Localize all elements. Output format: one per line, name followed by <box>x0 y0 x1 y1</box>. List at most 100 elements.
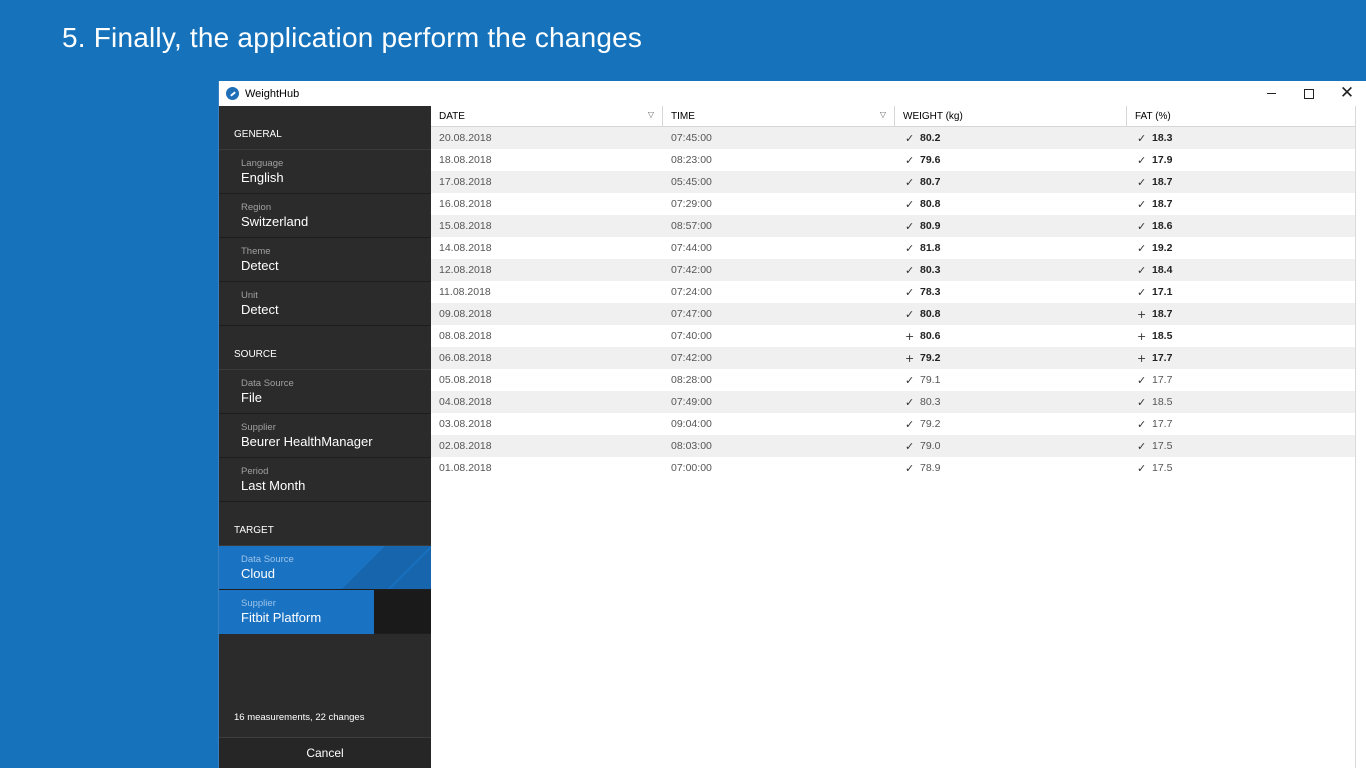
cell-weight: ✓ 79.6 <box>895 149 1127 171</box>
measurements-table: DATE ▽ TIME ▽ WEIGHT (kg) FAT (%) 20.08.20… <box>431 106 1356 768</box>
status-mark-icon: ✓ <box>905 131 915 145</box>
table-row[interactable]: 18.08.2018 08:23:00 ✓ 79.6 ✓ 17.9 <box>431 149 1356 171</box>
column-header-label: WEIGHT (kg) <box>903 111 963 122</box>
table-row[interactable]: 03.08.2018 09:04:00 ✓ 79.2 ✓ 17.7 <box>431 413 1356 435</box>
setting-target-supplier[interactable]: Supplier Fitbit Platform <box>219 590 431 634</box>
status-mark-icon: ✓ <box>905 175 915 189</box>
fat-value: 18.5 <box>1152 396 1173 408</box>
status-mark-icon: + <box>905 329 915 343</box>
status-mark-icon: ✓ <box>905 219 915 233</box>
cell-date: 03.08.2018 <box>439 418 492 430</box>
setting-source-period[interactable]: Period Last Month <box>219 458 431 502</box>
cell-time: 08:03:00 <box>671 440 712 452</box>
setting-source-data-source[interactable]: Data Source File <box>219 370 431 414</box>
table-row[interactable]: 17.08.2018 05:45:00 ✓ 80.7 ✓ 18.7 <box>431 171 1356 193</box>
table-row[interactable]: 16.08.2018 07:29:00 ✓ 80.8 ✓ 18.7 <box>431 193 1356 215</box>
table-row[interactable]: 01.08.2018 07:00:00 ✓ 78.9 ✓ 17.5 <box>431 457 1356 479</box>
fat-value: 17.5 <box>1152 462 1173 474</box>
slide-title: 5. Finally, the application perform the … <box>62 22 643 53</box>
cell-fat: ✓ 18.5 <box>1127 391 1356 413</box>
column-header-date[interactable]: DATE ▽ <box>431 106 663 127</box>
setting-value: Beurer HealthManager <box>241 434 373 449</box>
cell-weight: ✓ 80.8 <box>895 303 1127 325</box>
weight-value: 81.8 <box>920 242 941 254</box>
cell-date: 04.08.2018 <box>439 396 492 408</box>
cell-weight: ✓ 78.3 <box>895 281 1127 303</box>
setting-region[interactable]: Region Switzerland <box>219 194 431 238</box>
column-header-time[interactable]: TIME ▽ <box>663 106 895 127</box>
setting-value: English <box>241 170 284 185</box>
app-logo-icon <box>226 87 239 100</box>
setting-unit[interactable]: Unit Detect <box>219 282 431 326</box>
maximize-button[interactable] <box>1290 81 1328 106</box>
window-controls: ✕ <box>1252 81 1366 106</box>
table-row[interactable]: 06.08.2018 07:42:00 +79.2 +17.7 <box>431 347 1356 369</box>
status-mark-icon: ✓ <box>905 263 915 277</box>
fat-value: 18.3 <box>1152 132 1173 144</box>
cell-time: 07:29:00 <box>671 198 712 210</box>
table-row[interactable]: 20.08.2018 07:45:00 ✓ 80.2 ✓ 18.3 <box>431 127 1356 149</box>
status-mark-icon: + <box>905 351 915 365</box>
setting-label: Unit <box>241 290 258 301</box>
cell-date: 06.08.2018 <box>439 352 492 364</box>
weight-value: 80.2 <box>920 132 941 144</box>
column-header-label: FAT (%) <box>1135 111 1171 122</box>
status-mark-icon: ✓ <box>1137 153 1147 167</box>
table-row[interactable]: 14.08.2018 07:44:00 ✓ 81.8 ✓ 19.2 <box>431 237 1356 259</box>
cell-date: 18.08.2018 <box>439 154 492 166</box>
cell-date: 17.08.2018 <box>439 176 492 188</box>
cell-time: 08:23:00 <box>671 154 712 166</box>
fat-value: 17.7 <box>1152 374 1173 386</box>
setting-theme[interactable]: Theme Detect <box>219 238 431 282</box>
cell-fat: ✓ 17.7 <box>1127 369 1356 391</box>
cell-time: 07:00:00 <box>671 462 712 474</box>
cell-time: 07:45:00 <box>671 132 712 144</box>
cell-time: 07:42:00 <box>671 264 712 276</box>
column-header-weight[interactable]: WEIGHT (kg) <box>895 106 1127 127</box>
cell-date: 11.08.2018 <box>439 286 491 298</box>
cell-time: 07:24:00 <box>671 286 712 298</box>
weight-value: 79.2 <box>920 418 941 430</box>
cancel-button[interactable]: Cancel <box>219 737 431 768</box>
status-mark-icon: ✓ <box>905 461 915 475</box>
status-mark-icon: ✓ <box>1137 175 1147 189</box>
cell-fat: ✓ 17.1 <box>1127 281 1356 303</box>
column-header-fat[interactable]: FAT (%) <box>1127 106 1356 127</box>
setting-label: Theme <box>241 246 271 257</box>
minimize-button[interactable] <box>1252 81 1290 106</box>
setting-value: Detect <box>241 258 279 273</box>
cell-fat: +18.7 <box>1127 303 1356 325</box>
table-row[interactable]: 12.08.2018 07:42:00 ✓ 80.3 ✓ 18.4 <box>431 259 1356 281</box>
status-mark-icon: + <box>1137 329 1147 343</box>
section-header-target: TARGET <box>219 502 431 546</box>
table-row[interactable]: 09.08.2018 07:47:00 ✓ 80.8 +18.7 <box>431 303 1356 325</box>
table-row[interactable]: 08.08.2018 07:40:00 +80.6 +18.5 <box>431 325 1356 347</box>
close-button[interactable]: ✕ <box>1328 81 1366 106</box>
weight-value: 80.8 <box>920 198 941 210</box>
cell-time: 07:42:00 <box>671 352 712 364</box>
table-row[interactable]: 04.08.2018 07:49:00 ✓ 80.3 ✓ 18.5 <box>431 391 1356 413</box>
weight-value: 80.9 <box>920 220 941 232</box>
setting-source-supplier[interactable]: Supplier Beurer HealthManager <box>219 414 431 458</box>
status-mark-icon: ✓ <box>905 285 915 299</box>
cell-time: 07:49:00 <box>671 396 712 408</box>
setting-target-data-source[interactable]: Data Source Cloud <box>219 546 431 590</box>
table-row[interactable]: 05.08.2018 08:28:00 ✓ 79.1 ✓ 17.7 <box>431 369 1356 391</box>
status-mark-icon: ✓ <box>905 439 915 453</box>
table-row[interactable]: 02.08.2018 08:03:00 ✓ 79.0 ✓ 17.5 <box>431 435 1356 457</box>
status-mark-icon: ✓ <box>905 373 915 387</box>
status-mark-icon: ✓ <box>1137 197 1147 211</box>
vertical-scrollbar[interactable] <box>1355 106 1366 768</box>
setting-language[interactable]: Language English <box>219 150 431 194</box>
window-title: WeightHub <box>245 87 300 100</box>
setting-value: Fitbit Platform <box>241 610 322 625</box>
section-header-source: SOURCE <box>219 326 431 370</box>
table-row[interactable]: 11.08.2018 07:24:00 ✓ 78.3 ✓ 17.1 <box>431 281 1356 303</box>
table-row[interactable]: 15.08.2018 08:57:00 ✓ 80.9 ✓ 18.6 <box>431 215 1356 237</box>
status-mark-icon: ✓ <box>905 241 915 255</box>
cell-date: 14.08.2018 <box>439 242 492 254</box>
cell-date: 16.08.2018 <box>439 198 492 210</box>
cell-fat: ✓ 19.2 <box>1127 237 1356 259</box>
cell-weight: ✓ 79.0 <box>895 435 1127 457</box>
cell-date: 09.08.2018 <box>439 308 492 320</box>
